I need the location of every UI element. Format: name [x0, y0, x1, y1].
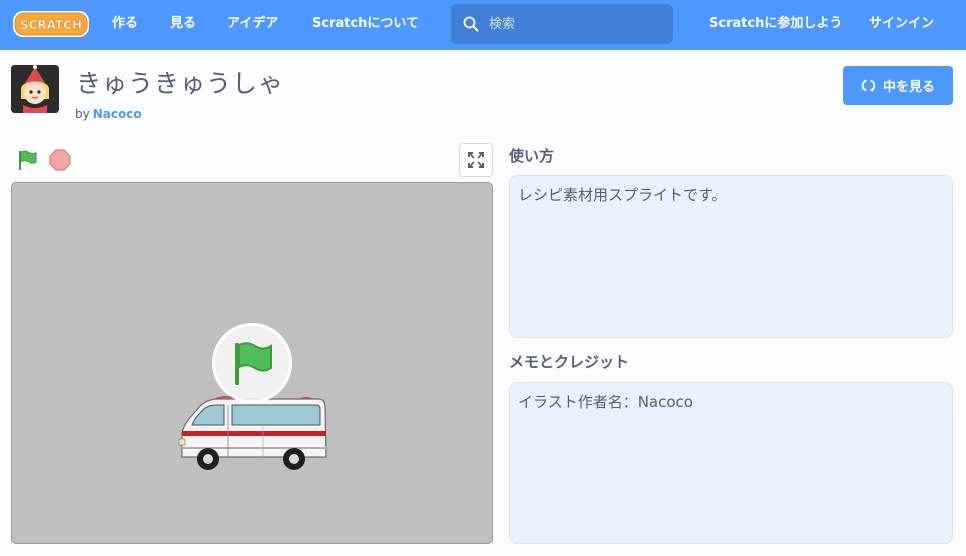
top-nav: SCRATCH 作る 見る アイデア Scratchについて Scratchに参… [0, 0, 966, 50]
nav-about[interactable]: Scratchについて [312, 0, 419, 50]
instructions-title: 使い方 [509, 147, 555, 165]
notes-box: イラスト作者名：Nacoco [509, 382, 953, 544]
byline: by Nacoco [75, 107, 142, 121]
notes-title: メモとクレジット [509, 353, 630, 371]
notes-text: イラスト作者名：Nacoco [518, 393, 693, 411]
instructions-text: レシピ素材用スプライトです。 [518, 186, 727, 204]
search-input[interactable] [489, 4, 664, 44]
signin-link[interactable]: サインイン [869, 0, 934, 50]
fullscreen-icon [468, 152, 484, 168]
see-inside-button[interactable]: 中を見る [843, 66, 953, 105]
nav-create[interactable]: 作る [112, 0, 138, 50]
remix-icon [861, 79, 876, 92]
see-inside-label: 中を見る [882, 80, 935, 95]
nav-ideas[interactable]: アイデア [227, 0, 278, 50]
nav-explore[interactable]: 見る [170, 0, 196, 50]
green-flag-large-icon [235, 342, 272, 385]
project-stage[interactable] [11, 182, 493, 544]
search-icon [463, 16, 479, 32]
play-overlay-button[interactable] [212, 323, 292, 403]
author-link[interactable]: Nacoco [93, 107, 142, 121]
fullscreen-button[interactable] [459, 143, 493, 177]
avatar-image [11, 65, 59, 113]
project-title: きゅうきゅうしゃ [76, 69, 285, 98]
by-label: by [75, 107, 90, 121]
join-link[interactable]: Scratchに参加しよう [709, 0, 842, 50]
instructions-box: レシピ素材用スプライトです。 [509, 175, 953, 338]
green-flag-icon[interactable] [16, 149, 38, 171]
search-box[interactable] [451, 4, 673, 44]
scratch-logo[interactable]: SCRATCH [12, 9, 90, 39]
logo-text: SCRATCH [20, 18, 82, 32]
author-avatar[interactable] [11, 65, 59, 113]
stop-icon[interactable] [49, 149, 71, 171]
